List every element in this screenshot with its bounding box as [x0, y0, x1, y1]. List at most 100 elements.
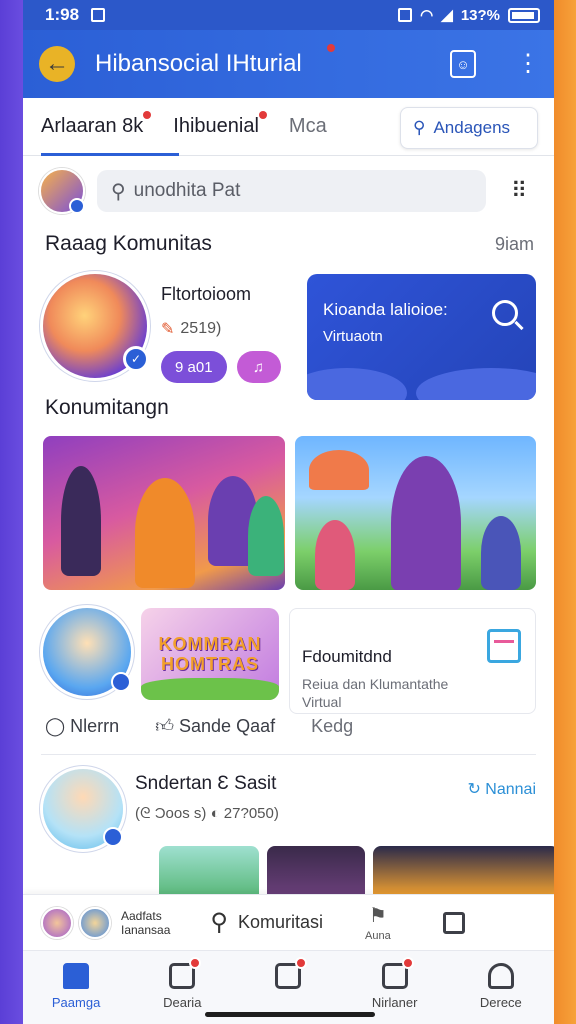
refresh-icon: ↻: [467, 781, 481, 798]
nav-label: Paamga: [51, 995, 101, 1010]
back-button[interactable]: ←: [39, 46, 75, 82]
tab-0[interactable]: Arlaaran 8k: [41, 111, 152, 138]
app-bar: ← Hibansocial IHturial ☺ ⋮: [23, 30, 554, 98]
user-post: Sndertan Ɛ Sasit (ᘓ Ɔoos s) ◐ 27?050) ↻ …: [23, 755, 554, 849]
verified-badge: [103, 827, 123, 847]
illustration-figure: [248, 496, 284, 576]
notification-dot: [327, 44, 335, 52]
tab-search-label: Andagens: [433, 118, 511, 137]
wifi-icon: ◠: [420, 7, 434, 24]
profile-icon-button[interactable]: ☺: [450, 50, 476, 78]
thumbnail-2[interactable]: [267, 846, 365, 896]
card-title: Kioanda lalioioe:: [323, 300, 448, 319]
tab-label: Ihibuenial: [173, 115, 259, 137]
section-title: Konumitangn: [45, 396, 169, 419]
post-banner-text: KOMMRAN HOMTRAS: [158, 634, 262, 674]
music-button[interactable]: ♫: [236, 351, 281, 383]
search-row: ⚲ unodhita Pat ⠿: [23, 156, 554, 226]
tab-1[interactable]: Ihibuenial: [173, 111, 267, 138]
friend-avatar: [79, 906, 111, 939]
follow-label: Nannai: [485, 781, 536, 798]
post-desc-line1: Reiua dan Klumantathe: [302, 676, 449, 692]
search-icon: [492, 300, 518, 326]
friends-shortcut[interactable]: Aadfats Ianansaa: [41, 906, 170, 939]
post-author-avatar[interactable]: [43, 608, 131, 696]
community-image-1[interactable]: [43, 436, 285, 590]
illustration-figure: [480, 516, 521, 590]
nav-home[interactable]: Paamga: [31, 963, 121, 1010]
like-label: Sande Qaaf: [179, 716, 276, 736]
nav-label: Dearia: [163, 995, 202, 1010]
status-bar: 1:98 ◠ ◢ 13?%: [23, 0, 554, 30]
post-row: KOMMRAN HOMTRAS Fdoumitdnd Reiua dan Klu…: [23, 590, 554, 714]
nav-badge: [401, 957, 414, 969]
community-avatar[interactable]: ✓: [43, 274, 149, 378]
virtual-explore-card[interactable]: Kioanda lalioioe: Virtuaotn: [307, 274, 536, 400]
grass-decoration: [141, 678, 279, 700]
search-input[interactable]: ⚲ unodhita Pat: [97, 170, 486, 212]
tab-search-button[interactable]: ⚲ Andagens: [400, 107, 538, 149]
community-search-shortcut[interactable]: ⚲ Komuritasi: [210, 908, 323, 937]
tab-bar: Arlaaran 8k Ihibuenial Mca ⚲ Andagens: [23, 98, 554, 156]
post-desc-line2: Virtual: [302, 694, 342, 710]
user-post-avatar[interactable]: [43, 769, 123, 849]
nfc-icon: [398, 8, 413, 22]
search-icon: ⚲: [413, 118, 426, 137]
bag-icon: [442, 911, 465, 934]
section-more-link[interactable]: 9iam: [495, 234, 534, 255]
thumbnail-1[interactable]: [159, 846, 259, 896]
tab-2[interactable]: Mca: [289, 115, 327, 138]
post-desc: Reiua dan Klumantathe Virtual: [302, 675, 523, 711]
user-avatar[interactable]: [39, 168, 85, 214]
share-button[interactable]: Kedg: [311, 716, 353, 737]
app-frame: 1:98 ◠ ◢ 13?% ← Hibansocial IHturial ☺ ⋮…: [23, 0, 554, 1024]
person-icon: [487, 963, 514, 989]
app-title: Hibansocial IHturial: [95, 44, 450, 78]
like-button[interactable]: 👍︎ Sande Qaaf: [155, 715, 275, 737]
nav-label: Nirlaner: [371, 995, 418, 1010]
card-subtitle: Virtuaotn: [323, 328, 383, 345]
store-shortcut[interactable]: [442, 911, 465, 934]
grid-menu-icon[interactable]: ⠿: [498, 180, 538, 202]
featured-community[interactable]: ✓ Fltortoioom ✎ 2519) 9 a01 ♫: [43, 274, 293, 406]
user-post-name: Sndertan Ɛ Sasit: [135, 773, 277, 794]
community-stat: ✎ 2519): [161, 319, 281, 339]
verified-icon: ✓: [123, 346, 149, 372]
tab-label: Arlaaran 8k: [41, 115, 144, 137]
nav-badge: [295, 957, 308, 969]
more-options-icon[interactable]: ⋮: [516, 52, 540, 76]
follow-button[interactable]: ↻ Nannai: [467, 779, 536, 799]
post-banner[interactable]: KOMMRAN HOMTRAS: [141, 608, 279, 700]
nav-games[interactable]: Nirlaner: [350, 957, 440, 1010]
community-image-2[interactable]: [294, 436, 536, 590]
community-name: Fltortoioom: [161, 284, 252, 304]
location-pin-icon: ⚑: [368, 905, 387, 927]
nav-create[interactable]: [243, 957, 333, 995]
nav-profile[interactable]: Derece: [456, 963, 546, 1010]
join-button[interactable]: 9 a01: [161, 351, 227, 383]
nav-messages[interactable]: Dearia: [137, 957, 227, 1010]
arrow-left-icon: ←: [45, 50, 69, 77]
illustration-figure: [135, 478, 195, 588]
comment-label: Nlerrn: [70, 715, 120, 736]
search-icon: ⚲: [210, 909, 228, 936]
home-indicator[interactable]: [205, 1012, 375, 1017]
tab-label: Mca: [288, 115, 327, 137]
members-icon: ✎: [161, 321, 175, 338]
thumbnail-3[interactable]: [373, 846, 554, 896]
notification-icon: [91, 8, 106, 22]
thumbs-up-icon: 👍︎: [155, 716, 174, 736]
mushroom-decoration: [308, 450, 369, 490]
home-icon: [63, 963, 90, 989]
post-info-card[interactable]: Fdoumitdnd Reiua dan Klumantathe Virtual: [289, 608, 536, 714]
comment-button[interactable]: ◯ Nlerrn: [45, 716, 119, 737]
board-icon: [487, 629, 521, 663]
community-stat-value: 2519): [180, 320, 222, 337]
cloud-decoration: [416, 368, 536, 400]
illustration-figure: [61, 466, 101, 576]
status-time: 1:98: [45, 5, 80, 24]
tab-badge: [258, 111, 267, 119]
illustration-figure: [314, 520, 355, 590]
place-shortcut[interactable]: ⚑ Auna: [365, 903, 391, 942]
shortcut-bar: Aadfats Ianansaa ⚲ Komuritasi ⚑ Auna: [23, 894, 554, 950]
